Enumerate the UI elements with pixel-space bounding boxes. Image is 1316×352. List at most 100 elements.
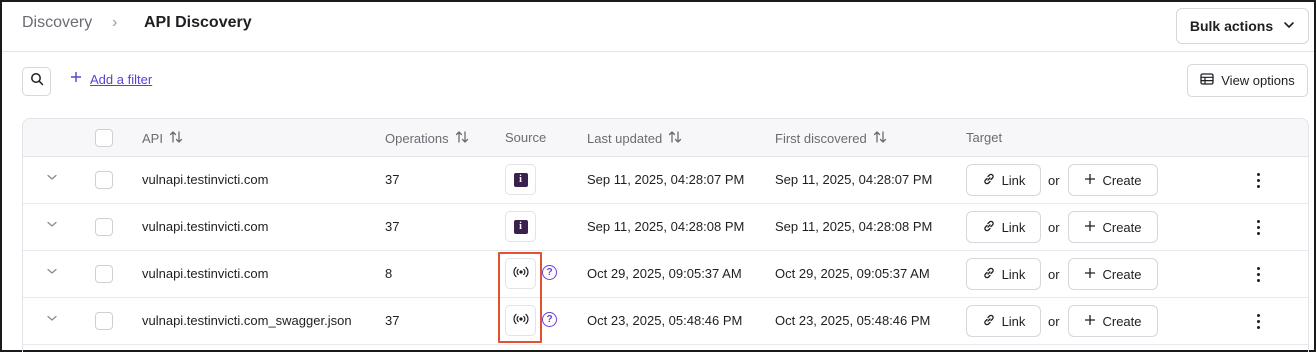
create-label: Create	[1102, 266, 1142, 282]
column-header-first-discovered[interactable]: First discovered	[775, 130, 887, 147]
search-icon	[30, 72, 44, 91]
link-target-button[interactable]: Link	[966, 258, 1041, 290]
view-options-button[interactable]: View options	[1187, 64, 1308, 97]
operations-count: 37	[385, 219, 400, 234]
search-button[interactable]	[22, 67, 51, 96]
more-vertical-icon[interactable]	[1253, 310, 1263, 332]
sort-icon	[169, 130, 183, 147]
sort-icon	[873, 130, 887, 147]
operations-count: 8	[385, 266, 393, 281]
chevron-down-icon	[1283, 18, 1295, 34]
breadcrumb-discovery[interactable]: Discovery	[22, 14, 92, 32]
chevron-down-icon[interactable]	[45, 264, 59, 283]
source-invicti[interactable]: i	[505, 211, 536, 242]
api-table: API Operations Source Last updated First…	[22, 118, 1309, 352]
table-header: API Operations Source Last updated First…	[23, 119, 1308, 157]
link-label: Link	[1001, 313, 1026, 329]
breadcrumb-separator: ›	[112, 14, 118, 31]
column-label-first-discovered: First discovered	[775, 131, 867, 146]
table-row[interactable]: vulnapi.testinvicti.com 8 ? Oct 29, 2025…	[23, 251, 1308, 298]
link-target-button[interactable]: Link	[966, 164, 1041, 196]
chevron-down-icon[interactable]	[45, 311, 59, 330]
select-all-checkbox[interactable]	[95, 129, 113, 147]
bulk-actions-button[interactable]: Bulk actions	[1176, 8, 1309, 44]
first-discovered: Sep 11, 2025, 04:28:08 PM	[775, 219, 933, 234]
or-label: or	[1048, 173, 1060, 188]
or-label: or	[1048, 314, 1060, 329]
row-checkbox[interactable]	[95, 312, 113, 330]
more-vertical-icon[interactable]	[1253, 263, 1263, 285]
plus-icon	[1084, 173, 1096, 188]
sort-icon	[668, 130, 682, 147]
column-header-operations[interactable]: Operations	[385, 130, 469, 147]
plus-icon	[1084, 267, 1096, 282]
more-vertical-icon[interactable]	[1253, 216, 1263, 238]
create-target-button[interactable]: Create	[1068, 305, 1158, 337]
last-updated: Oct 23, 2025, 05:48:46 PM	[587, 313, 743, 328]
create-target-button[interactable]: Create	[1068, 258, 1158, 290]
first-discovered: Sep 11, 2025, 04:28:07 PM	[775, 172, 933, 187]
plus-icon	[1084, 314, 1096, 329]
table-row[interactable]: vulnapi.testinvicti.com 37 i Sep 11, 202…	[23, 157, 1308, 204]
create-target-button[interactable]: Create	[1068, 211, 1158, 243]
page-header: Discovery › API Discovery Bulk actions	[2, 2, 1314, 52]
column-header-target: Target	[966, 130, 1002, 145]
last-updated: Sep 11, 2025, 04:28:07 PM	[587, 172, 745, 187]
more-vertical-icon[interactable]	[1253, 169, 1263, 191]
api-name: vulnapi.testinvicti.com	[142, 219, 269, 234]
sort-icon	[455, 130, 469, 147]
table-icon	[1200, 73, 1214, 88]
source-traffic[interactable]	[505, 305, 536, 336]
operations-count: 37	[385, 172, 400, 187]
row-checkbox[interactable]	[95, 218, 113, 236]
row-checkbox[interactable]	[95, 171, 113, 189]
last-updated: Oct 29, 2025, 09:05:37 AM	[587, 266, 742, 281]
column-label-source: Source	[505, 130, 547, 145]
or-label: or	[1048, 220, 1060, 235]
link-icon	[982, 266, 996, 283]
link-label: Link	[1001, 219, 1026, 235]
create-target-button[interactable]: Create	[1068, 164, 1158, 196]
link-target-button[interactable]: Link	[966, 211, 1041, 243]
column-label-operations: Operations	[385, 131, 449, 146]
column-label-last-updated: Last updated	[587, 131, 663, 146]
or-label: or	[1048, 267, 1060, 282]
add-filter-link[interactable]: Add a filter	[70, 71, 152, 87]
create-label: Create	[1102, 172, 1142, 188]
source-traffic[interactable]	[505, 258, 536, 289]
link-icon	[982, 172, 996, 189]
broadcast-icon	[513, 312, 529, 330]
invicti-logo-icon: i	[513, 219, 528, 234]
plus-icon	[70, 71, 82, 87]
create-label: Create	[1102, 219, 1142, 235]
link-icon	[982, 313, 996, 330]
column-header-last-updated[interactable]: Last updated	[587, 130, 682, 147]
source-invicti[interactable]: i	[505, 164, 536, 195]
api-name: vulnapi.testinvicti.com	[142, 172, 269, 187]
page-title: API Discovery	[144, 14, 252, 31]
add-filter-label: Add a filter	[90, 71, 153, 87]
api-name: vulnapi.testinvicti.com_swagger.json	[142, 313, 352, 328]
question-mark-icon[interactable]: ?	[542, 265, 557, 280]
column-header-source: Source	[505, 130, 546, 145]
invicti-logo-icon: i	[513, 172, 528, 187]
first-discovered: Oct 29, 2025, 09:05:37 AM	[775, 266, 930, 281]
bulk-actions-label: Bulk actions	[1189, 18, 1274, 34]
plus-icon	[1084, 220, 1096, 235]
table-row[interactable]: vulnapi.testinvicti.com 37 i Sep 11, 202…	[23, 204, 1308, 251]
link-label: Link	[1001, 172, 1026, 188]
question-mark-icon[interactable]: ?	[542, 312, 557, 327]
api-name: vulnapi.testinvicti.com	[142, 266, 269, 281]
chevron-down-icon[interactable]	[45, 170, 59, 189]
table-row[interactable]: vulnapi.testinvicti.com_swagger.json 37 …	[23, 298, 1308, 345]
create-label: Create	[1102, 313, 1142, 329]
link-target-button[interactable]: Link	[966, 305, 1041, 337]
link-label: Link	[1001, 266, 1026, 282]
last-updated: Sep 11, 2025, 04:28:08 PM	[587, 219, 745, 234]
column-label-api: API	[142, 131, 163, 146]
chevron-down-icon[interactable]	[45, 217, 59, 236]
column-header-api[interactable]: API	[142, 130, 183, 147]
link-icon	[982, 219, 996, 236]
row-checkbox[interactable]	[95, 265, 113, 283]
first-discovered: Oct 23, 2025, 05:48:46 PM	[775, 313, 931, 328]
